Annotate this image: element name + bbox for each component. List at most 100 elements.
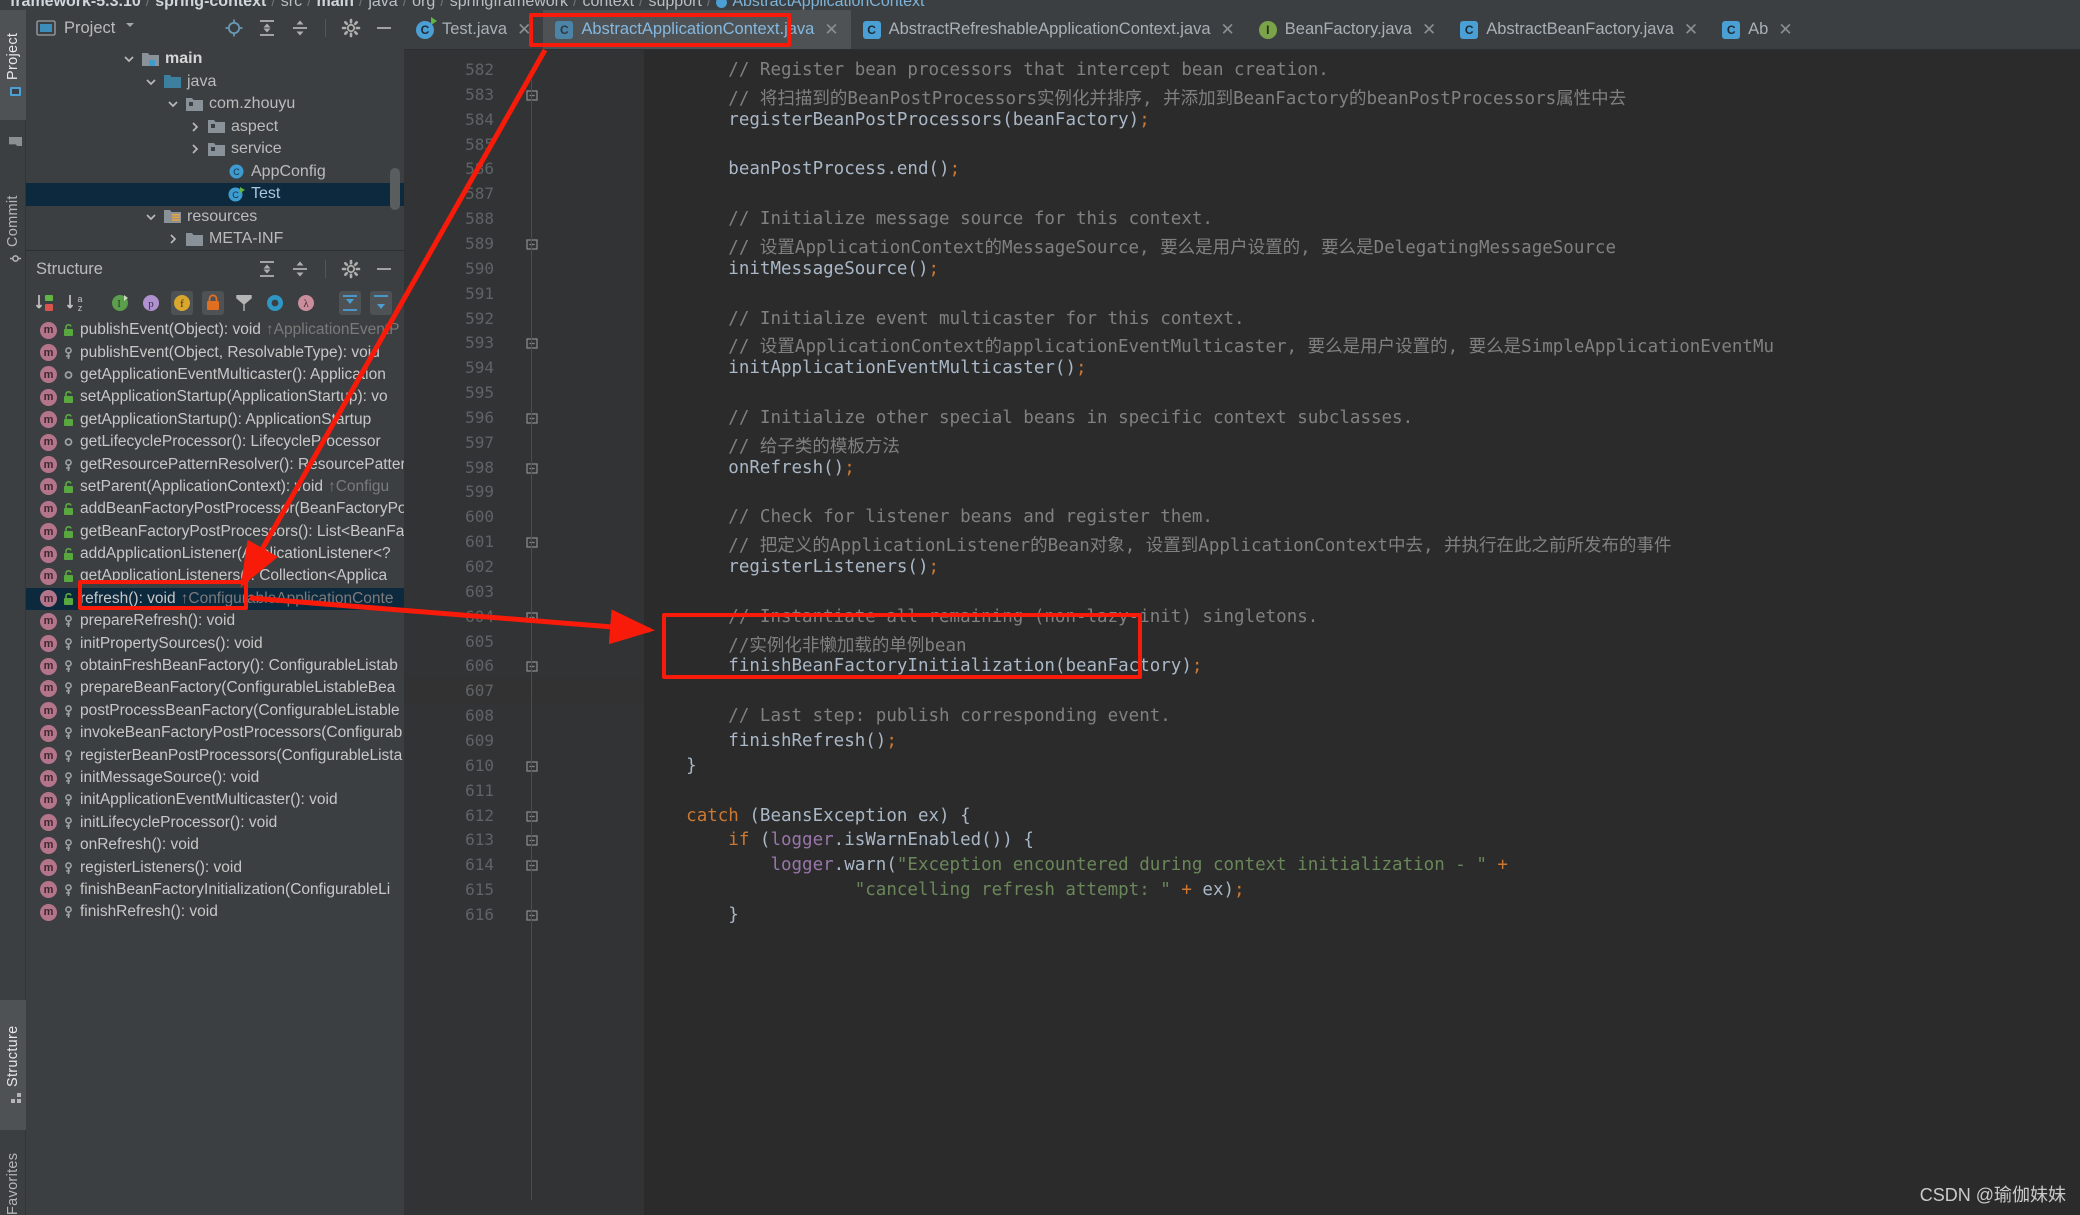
chevron-down-icon[interactable] bbox=[166, 97, 180, 111]
tree-item-java[interactable]: java bbox=[26, 71, 404, 94]
code-line[interactable]: // 给子类的模板方法 bbox=[644, 433, 900, 458]
tree-item-appconfig[interactable]: C AppConfig bbox=[26, 161, 404, 184]
structure-item[interactable]: m getApplicationListeners(): Collection<A… bbox=[26, 565, 404, 587]
close-icon[interactable]: ✕ bbox=[1778, 20, 1792, 40]
minimize-icon[interactable] bbox=[374, 259, 394, 279]
fold-marker-icon[interactable] bbox=[524, 535, 540, 551]
structure-item[interactable]: m finishRefresh(): void bbox=[26, 901, 404, 923]
project-scrollbar[interactable] bbox=[390, 168, 400, 210]
fold-marker-icon[interactable] bbox=[524, 908, 540, 924]
close-icon[interactable]: ✕ bbox=[824, 20, 838, 40]
structure-item[interactable]: m obtainFreshBeanFactory(): ConfigurableL… bbox=[26, 655, 404, 677]
editor-tab[interactable]: C Test.java ✕ bbox=[404, 10, 543, 49]
code-line[interactable]: onRefresh(); bbox=[644, 458, 854, 478]
code-line[interactable]: // Instantiate all remaining (non-lazy-i… bbox=[644, 607, 1318, 627]
code-line[interactable]: } bbox=[644, 756, 697, 776]
code-line[interactable]: beanPostProcess.end(); bbox=[644, 159, 960, 179]
chevron-right-icon[interactable] bbox=[188, 120, 202, 134]
fold-marker-icon[interactable] bbox=[524, 759, 540, 775]
fold-marker-icon[interactable] bbox=[524, 858, 540, 874]
expand-all-icon[interactable] bbox=[257, 259, 277, 279]
fold-marker-icon[interactable] bbox=[524, 833, 540, 849]
show-fields-icon[interactable]: f bbox=[171, 291, 193, 315]
code-line[interactable]: logger.warn("Exception encountered durin… bbox=[644, 855, 1508, 875]
code-line[interactable]: catch (BeansException ex) { bbox=[644, 806, 970, 826]
fold-marker-icon[interactable] bbox=[524, 237, 540, 253]
expand-tree-icon[interactable] bbox=[339, 291, 361, 315]
fold-marker-icon[interactable] bbox=[524, 411, 540, 427]
project-files-icon-slot[interactable] bbox=[0, 122, 26, 162]
tree-item-resources[interactable]: resources bbox=[26, 206, 404, 229]
show-non-public-icon[interactable] bbox=[202, 291, 224, 315]
editor-tab[interactable]: C AbstractBeanFactory.java ✕ bbox=[1448, 10, 1710, 49]
structure-item[interactable]: m initMessageSource(): void bbox=[26, 767, 404, 789]
editor-tab-bar[interactable]: C Test.java ✕ C AbstractApplicationContext.j… bbox=[404, 10, 2080, 50]
tree-item-main[interactable]: main bbox=[26, 48, 404, 71]
fold-marker-icon[interactable] bbox=[524, 461, 540, 477]
code-line[interactable]: initMessageSource(); bbox=[644, 259, 939, 279]
gear-icon[interactable] bbox=[341, 18, 361, 38]
code-line[interactable]: // 设置ApplicationContext的applicationEvent… bbox=[644, 333, 1774, 358]
show-properties-icon[interactable]: p bbox=[140, 291, 162, 315]
structure-item[interactable]: m invokeBeanFactoryPostProcessors(Configu… bbox=[26, 722, 404, 744]
code-line[interactable]: // Register bean processors that interce… bbox=[644, 60, 1329, 80]
chevron-down-icon[interactable] bbox=[144, 210, 158, 224]
code-line[interactable]: finishBeanFactoryInitialization(beanFact… bbox=[644, 656, 1202, 676]
sort-by-visibility-icon[interactable] bbox=[34, 291, 56, 315]
structure-item[interactable]: m refresh(): void ↑ConfigurableApplicatio… bbox=[26, 587, 404, 611]
close-icon[interactable]: ✕ bbox=[1221, 20, 1235, 40]
tree-item-com-zhouyu[interactable]: com.zhouyu bbox=[26, 93, 404, 116]
code-line[interactable]: registerListeners(); bbox=[644, 557, 939, 577]
code-line[interactable]: // Initialize event multicaster for this… bbox=[644, 309, 1244, 329]
group-by-type-icon[interactable] bbox=[233, 291, 255, 315]
code-line[interactable]: // Initialize other special beans in spe… bbox=[644, 408, 1413, 428]
locate-icon[interactable] bbox=[224, 18, 244, 38]
structure-item[interactable]: m addApplicationListener(ApplicationListe… bbox=[26, 543, 404, 565]
close-icon[interactable]: ✕ bbox=[517, 20, 531, 40]
structure-item[interactable]: m prepareBeanFactory(ConfigurableListable… bbox=[26, 677, 404, 699]
structure-item[interactable]: m publishEvent(Object, ResolvableType): v… bbox=[26, 341, 404, 363]
code-line[interactable]: } bbox=[644, 905, 739, 925]
sidebar-item-project[interactable]: Project bbox=[0, 10, 26, 120]
close-icon[interactable]: ✕ bbox=[1422, 20, 1436, 40]
structure-item[interactable]: m getResourcePatternResolver(): ResourceP… bbox=[26, 453, 404, 475]
structure-item[interactable]: m finishBeanFactoryInitialization(Configu… bbox=[26, 879, 404, 901]
minimize-icon[interactable] bbox=[374, 18, 394, 38]
tree-item-meta-inf[interactable]: META-INF bbox=[26, 228, 404, 251]
code-line[interactable]: //实例化非懒加载的单例bean bbox=[644, 632, 966, 657]
collapse-tree-icon[interactable] bbox=[370, 291, 392, 315]
structure-item[interactable]: m publishEvent(Object): void ↑Application… bbox=[26, 319, 404, 341]
chevron-down-icon[interactable] bbox=[123, 18, 137, 38]
structure-item[interactable]: m initApplicationEventMulticaster(): void bbox=[26, 789, 404, 811]
project-tree[interactable]: main java com.zhouyu aspect service C Ap… bbox=[26, 46, 404, 251]
editor-tab[interactable]: C AbstractApplicationContext.java ✕ bbox=[543, 10, 851, 49]
code-line[interactable]: // Initialize message source for this co… bbox=[644, 209, 1213, 229]
gear-icon[interactable] bbox=[341, 259, 361, 279]
code-line[interactable]: registerBeanPostProcessors(beanFactory); bbox=[644, 110, 1149, 130]
sidebar-item-commit[interactable]: Commit bbox=[0, 170, 26, 290]
code-line[interactable]: // 设置ApplicationContext的MessageSource, 要… bbox=[644, 234, 1616, 259]
structure-tree[interactable]: m publishEvent(Object): void ↑Application… bbox=[26, 319, 404, 1199]
structure-item[interactable]: m addBeanFactoryPostProcessor(BeanFactory… bbox=[26, 498, 404, 520]
editor-tab[interactable]: C AbstractRefreshableApplicationContext.j… bbox=[851, 10, 1247, 49]
fold-marker-icon[interactable] bbox=[524, 88, 540, 104]
structure-item[interactable]: m prepareRefresh(): void bbox=[26, 610, 404, 632]
close-icon[interactable]: ✕ bbox=[1684, 20, 1698, 40]
chevron-right-icon[interactable] bbox=[188, 142, 202, 156]
structure-item[interactable]: m getBeanFactoryPostProcessors(): List<Be… bbox=[26, 521, 404, 543]
sidebar-item-structure[interactable]: Structure bbox=[0, 1000, 26, 1130]
code-content[interactable]: // Register bean processors that interce… bbox=[644, 50, 2080, 1215]
editor-tab[interactable]: C Ab ✕ bbox=[1710, 10, 1804, 49]
structure-item[interactable]: m registerListeners(): void bbox=[26, 856, 404, 878]
fold-marker-icon[interactable] bbox=[524, 610, 540, 626]
show-anonymous-icon[interactable] bbox=[264, 291, 286, 315]
code-line[interactable]: finishRefresh(); bbox=[644, 731, 897, 751]
structure-item[interactable]: m getApplicationEventMulticaster(): Appli… bbox=[26, 364, 404, 386]
tree-item-test[interactable]: C Test bbox=[26, 183, 404, 206]
fold-marker-icon[interactable] bbox=[524, 336, 540, 352]
collapse-all-icon[interactable] bbox=[290, 18, 310, 38]
structure-item[interactable]: m registerBeanPostProcessors(Configurable… bbox=[26, 744, 404, 766]
structure-item[interactable]: m getLifecycleProcessor(): LifecycleProce… bbox=[26, 431, 404, 453]
code-line[interactable]: // Last step: publish corresponding even… bbox=[644, 706, 1171, 726]
structure-item[interactable]: m postProcessBeanFactory(ConfigurableList… bbox=[26, 700, 404, 722]
